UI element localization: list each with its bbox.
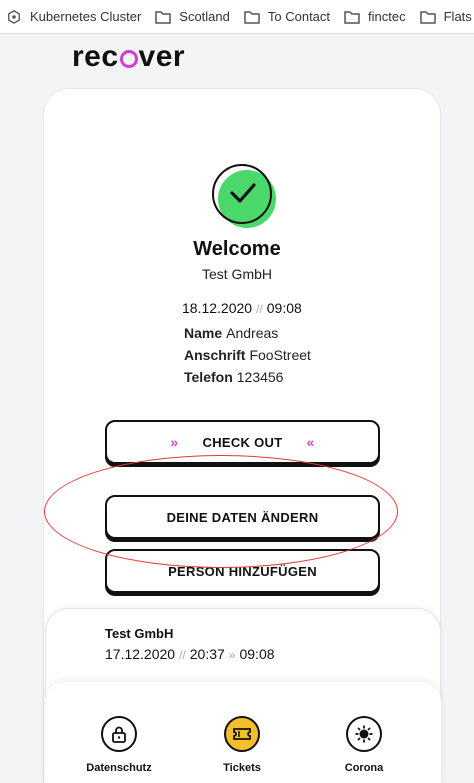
checkin-datetime: 18.12.2020//09:08 [182,300,302,316]
lock-icon [101,716,137,752]
ticket-company: Test GmbH [105,626,174,641]
bookmark-kubernetes-cluster[interactable]: Kubernetes Cluster [6,9,141,24]
folder-icon [344,10,360,24]
welcome-title: Welcome [193,238,281,260]
kubernetes-icon [8,9,20,24]
double-chevron-right-icon: » [228,648,236,662]
folder-icon [155,10,172,24]
double-chevron-right-icon: » [170,434,179,450]
bookmark-label: finctec [368,9,406,24]
nav-tickets[interactable]: Tickets [202,716,282,774]
check-circle-icon [212,164,278,230]
bookmark-flats[interactable]: Flats [419,9,472,24]
ticket-icon [224,716,260,752]
info-phone: Telefon 123456 [184,369,284,385]
info-name: Name Andreas [184,325,279,341]
checkout-button[interactable]: » CHECK OUT « [105,420,380,464]
bookmark-label: To Contact [267,9,331,24]
virus-icon [346,716,382,752]
double-chevron-left-icon: « [306,434,315,450]
info-address: Anschrift FooStreet [184,347,311,363]
bookmark-finctec[interactable]: finctec [344,9,406,24]
logo-o-icon [119,50,138,68]
bookmark-scotland[interactable]: Scotland [155,9,230,24]
bookmark-label: Kubernetes Cluster [30,9,142,24]
bookmark-label: Scotland [179,9,230,24]
folder-icon [244,10,260,24]
ticket-datetime: 17.12.2020//20:37» 09:08 [105,646,275,662]
nav-corona[interactable]: Corona [324,716,404,774]
change-data-button[interactable]: DEINE DATEN ÄNDERN [105,495,380,539]
bookmark-to-contact[interactable]: To Contact [244,9,330,24]
folder-icon [419,10,436,24]
bookmarks-bar: Kubernetes Cluster Scotland To Contact f… [0,0,474,34]
bookmark-label: Flats [443,9,472,24]
company-name: Test GmbH [201,266,272,282]
recover-logo: rec ver [72,40,186,73]
add-person-button[interactable]: PERSON HINZUFÜGEN [105,549,380,593]
nav-datenschutz[interactable]: Datenschutz [79,716,159,774]
